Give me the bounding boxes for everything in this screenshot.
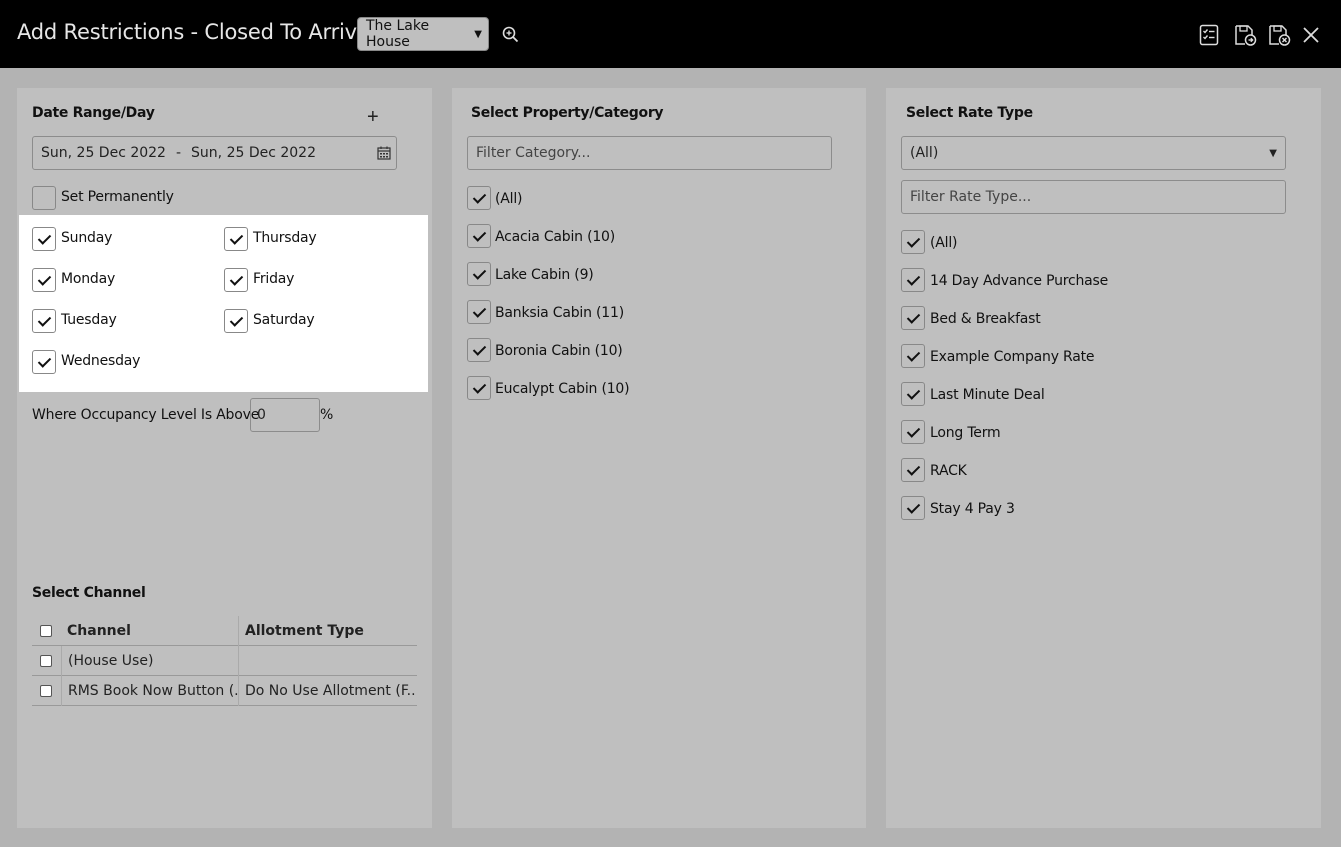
property-select[interactable]: The Lake House ▼ <box>357 17 489 51</box>
set-permanently-checkbox[interactable] <box>32 186 56 210</box>
rate-type-select-value: (All) <box>910 145 939 161</box>
chevron-down-icon: ▼ <box>1269 147 1277 159</box>
date-range-panel: Date Range/Day + Sun, 25 Dec 2022 - Sun,… <box>17 88 432 828</box>
add-date-range-button[interactable]: + <box>367 106 379 129</box>
column-header-allotment[interactable]: Allotment Type <box>238 616 417 646</box>
day-checkbox-monday[interactable] <box>32 268 56 292</box>
category-checkbox[interactable] <box>467 376 491 400</box>
filter-rate-type-input[interactable]: Filter Rate Type... <box>901 180 1286 214</box>
select-rate-type-title: Select Rate Type <box>906 105 1033 121</box>
rate-checkbox[interactable] <box>901 496 925 520</box>
day-label-monday: Monday <box>61 271 116 287</box>
day-checkbox-wednesday[interactable] <box>32 350 56 374</box>
day-label-thursday: Thursday <box>253 230 317 246</box>
rate-label: Long Term <box>930 425 1001 441</box>
category-label: Lake Cabin (9) <box>495 267 594 283</box>
select-all-channels-checkbox[interactable] <box>40 625 52 637</box>
rate-checkbox[interactable] <box>901 344 925 368</box>
date-to: Sun, 25 Dec 2022 <box>191 145 316 161</box>
category-label: Banksia Cabin (11) <box>495 305 624 321</box>
day-checkbox-friday[interactable] <box>224 268 248 292</box>
checklist-icon[interactable] <box>1197 23 1221 47</box>
close-icon[interactable] <box>1299 23 1323 47</box>
rate-label: Bed & Breakfast <box>930 311 1041 327</box>
category-checkbox-all[interactable] <box>467 186 491 210</box>
channel-table-header: Channel Allotment Type <box>32 616 417 646</box>
date-range-field[interactable]: Sun, 25 Dec 2022 - Sun, 25 Dec 2022 <box>32 136 397 170</box>
rate-label: (All) <box>930 235 958 251</box>
rate-label: Last Minute Deal <box>930 387 1045 403</box>
rate-type-panel: Select Rate Type (All) ▼ Filter Rate Typ… <box>886 88 1321 828</box>
category-checkbox[interactable] <box>467 300 491 324</box>
channel-name: RMS Book Now Button (... <box>61 676 239 706</box>
occupancy-unit: % <box>320 407 334 423</box>
rate-checkbox[interactable] <box>901 458 925 482</box>
zoom-in-icon[interactable] <box>501 25 521 45</box>
category-label: Eucalypt Cabin (10) <box>495 381 630 397</box>
rate-checkbox[interactable] <box>901 382 925 406</box>
category-checkbox[interactable] <box>467 224 491 248</box>
save-close-icon[interactable] <box>1267 23 1291 47</box>
category-label: (All) <box>495 191 523 207</box>
top-bar: Add Restrictions - Closed To Arrival The… <box>0 0 1341 68</box>
calendar-icon[interactable] <box>377 146 391 160</box>
occupancy-input[interactable]: 0 <box>250 398 320 432</box>
category-checkbox[interactable] <box>467 262 491 286</box>
date-separator: - <box>175 145 182 161</box>
day-checkbox-tuesday[interactable] <box>32 309 56 333</box>
day-label-friday: Friday <box>253 271 295 287</box>
day-label-saturday: Saturday <box>253 312 315 328</box>
channel-checkbox[interactable] <box>40 685 52 697</box>
day-checkbox-saturday[interactable] <box>224 309 248 333</box>
day-label-tuesday: Tuesday <box>61 312 117 328</box>
select-category-title: Select Property/Category <box>471 105 664 121</box>
rate-checkbox-all[interactable] <box>901 230 925 254</box>
day-label-wednesday: Wednesday <box>61 353 141 369</box>
allotment-type <box>238 646 417 676</box>
day-selection: Sunday Monday Tuesday Wednesday Thursday… <box>19 215 428 392</box>
date-range-title: Date Range/Day <box>32 105 155 121</box>
channel-table: Channel Allotment Type (House Use) RMS B… <box>32 616 417 706</box>
chevron-down-icon: ▼ <box>474 28 482 40</box>
category-label: Acacia Cabin (10) <box>495 229 616 245</box>
rate-label: Stay 4 Pay 3 <box>930 501 1015 517</box>
day-checkbox-sunday[interactable] <box>32 227 56 251</box>
column-header-channel[interactable]: Channel <box>61 616 239 646</box>
rate-checkbox[interactable] <box>901 268 925 292</box>
channel-checkbox[interactable] <box>40 655 52 667</box>
rate-checkbox[interactable] <box>901 306 925 330</box>
category-panel: Select Property/Category Filter Category… <box>452 88 866 828</box>
table-row[interactable]: RMS Book Now Button (... Do No Use Allot… <box>32 676 417 706</box>
rate-label: 14 Day Advance Purchase <box>930 273 1109 289</box>
date-from: Sun, 25 Dec 2022 <box>41 145 166 161</box>
day-checkbox-thursday[interactable] <box>224 227 248 251</box>
table-row[interactable]: (House Use) <box>32 646 417 676</box>
channel-name: (House Use) <box>61 646 239 676</box>
occupancy-label: Where Occupancy Level Is Above <box>32 407 260 423</box>
rate-type-select[interactable]: (All) ▼ <box>901 136 1286 170</box>
day-label-sunday: Sunday <box>61 230 113 246</box>
page-title: Add Restrictions - Closed To Arrival <box>17 20 376 44</box>
category-label: Boronia Cabin (10) <box>495 343 623 359</box>
rate-label: RACK <box>930 463 967 479</box>
save-continue-icon[interactable] <box>1233 23 1257 47</box>
allotment-type: Do No Use Allotment (F... <box>238 676 417 706</box>
property-select-value: The Lake House <box>366 18 430 50</box>
filter-category-input[interactable]: Filter Category... <box>467 136 832 170</box>
select-channel-title: Select Channel <box>32 585 146 601</box>
set-permanently-label: Set Permanently <box>61 189 174 205</box>
rate-checkbox[interactable] <box>901 420 925 444</box>
category-checkbox[interactable] <box>467 338 491 362</box>
rate-label: Example Company Rate <box>930 349 1095 365</box>
